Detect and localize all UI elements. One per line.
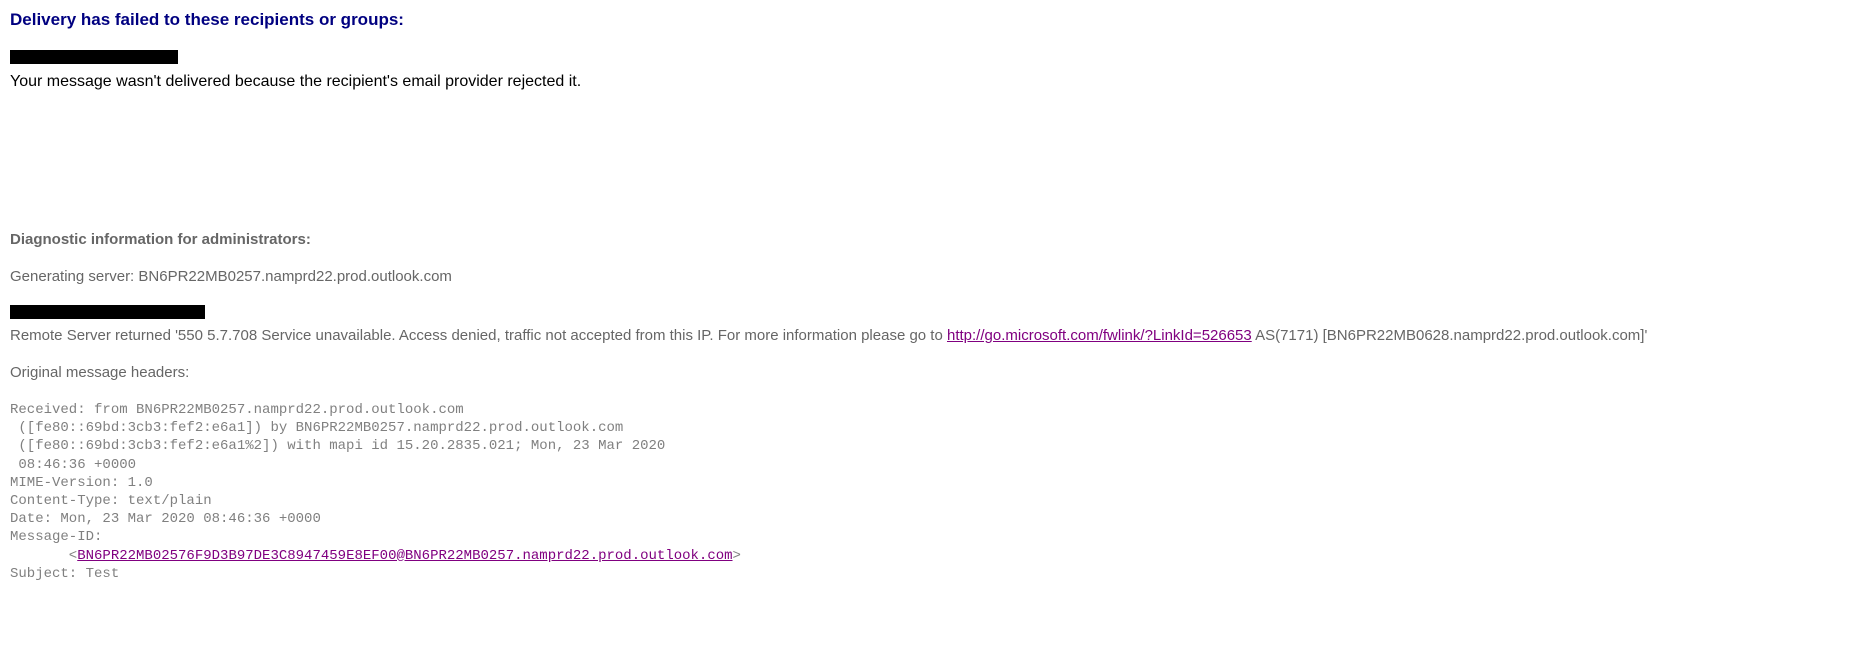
- header-content-type: Content-Type: text/plain: [10, 493, 212, 509]
- remote-server-error-text: Remote Server returned '550 5.7.708 Serv…: [10, 327, 1851, 344]
- original-headers-label: Original message headers:: [10, 364, 1851, 381]
- header-received-1: Received: from BN6PR22MB0257.namprd22.pr…: [10, 402, 464, 418]
- redacted-recipient-email: [10, 50, 178, 64]
- remote-error-prefix: Remote Server returned '550 5.7.708 Serv…: [10, 327, 947, 344]
- header-received-4: 08:46:36 +0000: [10, 457, 136, 473]
- header-message-id-suffix: >: [733, 548, 741, 564]
- message-id-link[interactable]: BN6PR22MB02576F9D3B97DE3C8947459E8EF00@B…: [77, 548, 732, 564]
- remote-error-suffix: AS(7171) [BN6PR22MB0628.namprd22.prod.ou…: [1252, 327, 1648, 344]
- header-date: Date: Mon, 23 Mar 2020 08:46:36 +0000: [10, 511, 321, 527]
- redacted-recipient-email-2: [10, 305, 205, 319]
- header-received-3: ([fe80::69bd:3cb3:fef2:e6a1%2]) with map…: [10, 438, 665, 454]
- header-message-id-prefix: <: [10, 548, 77, 564]
- microsoft-help-link[interactable]: http://go.microsoft.com/fwlink/?LinkId=5…: [947, 327, 1252, 344]
- header-received-2: ([fe80::69bd:3cb3:fef2:e6a1]) by BN6PR22…: [10, 420, 623, 436]
- header-mime-version: MIME-Version: 1.0: [10, 475, 153, 491]
- header-message-id-label: Message-ID:: [10, 529, 102, 545]
- generating-server-text: Generating server: BN6PR22MB0257.namprd2…: [10, 268, 1851, 285]
- diagnostic-heading: Diagnostic information for administrator…: [10, 231, 1851, 248]
- message-headers-block: Received: from BN6PR22MB0257.namprd22.pr…: [10, 401, 1851, 583]
- delivery-failed-heading: Delivery has failed to these recipients …: [10, 10, 1851, 30]
- rejection-reason-text: Your message wasn't delivered because th…: [10, 73, 1851, 91]
- header-subject: Subject: Test: [10, 566, 119, 582]
